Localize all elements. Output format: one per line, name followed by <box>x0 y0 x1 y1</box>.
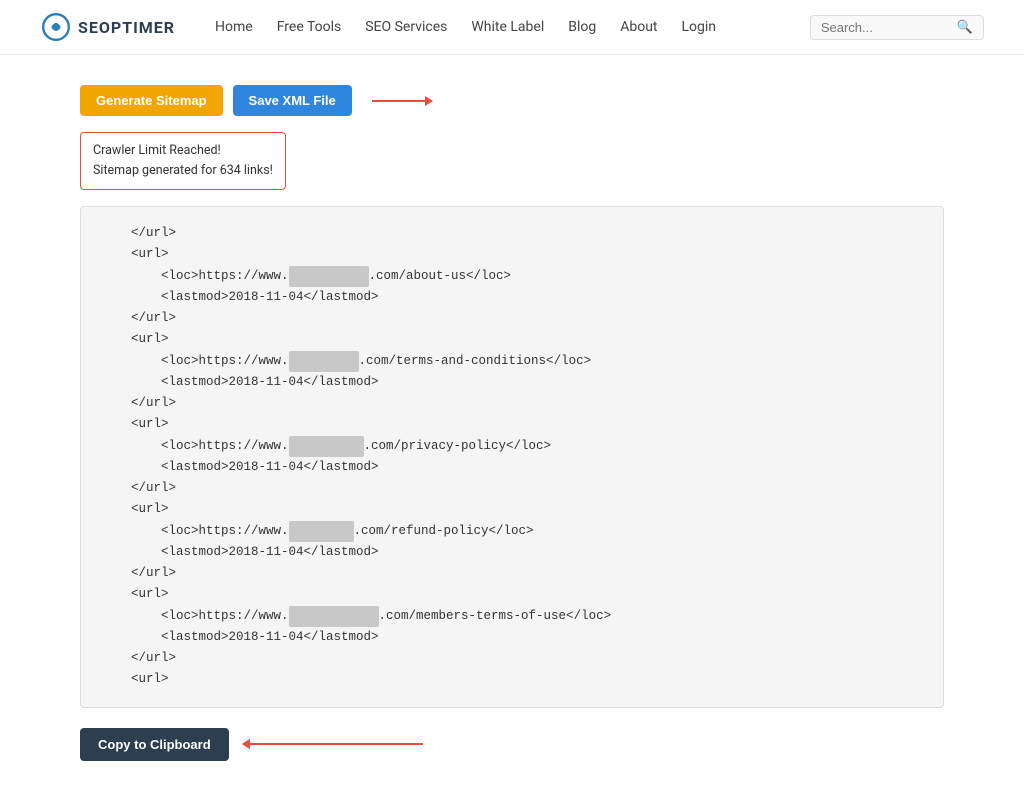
toolbar-row: Generate Sitemap Save XML File <box>80 85 944 116</box>
xml-line: <loc>https://www.xxxxxxxxxx.com/about-us… <box>101 266 923 287</box>
xml-line: </url> <box>101 648 923 669</box>
search-input[interactable] <box>821 20 951 35</box>
xml-line: <loc>https://www.xxxxxxxxx.com/terms-and… <box>101 351 923 372</box>
nav-home[interactable]: Home <box>215 19 253 35</box>
xml-line: </url> <box>101 308 923 329</box>
nav-about[interactable]: About <box>620 19 657 35</box>
generate-sitemap-button[interactable]: Generate Sitemap <box>80 85 223 116</box>
nav-login[interactable]: Login <box>682 19 717 35</box>
nav-seo-services[interactable]: SEO Services <box>365 19 447 35</box>
xml-line: <lastmod>2018-11-04</lastmod> <box>101 457 923 478</box>
xml-line: </url> <box>101 393 923 414</box>
xml-line: <lastmod>2018-11-04</lastmod> <box>101 627 923 648</box>
save-xml-button[interactable]: Save XML File <box>233 85 352 116</box>
main-nav: Home Free Tools SEO Services White Label… <box>215 19 810 35</box>
xml-content-box: </url> <url> <loc>https://www.xxxxxxxxxx… <box>80 206 944 708</box>
logo-text: SEOPTIMER <box>78 18 175 37</box>
xml-line: <url> <box>101 244 923 265</box>
nav-white-label[interactable]: White Label <box>471 19 544 35</box>
bottom-row: Copy to Clipboard <box>80 728 944 761</box>
xml-line: <url> <box>101 414 923 435</box>
arrow-indicator-1 <box>372 100 432 102</box>
nav-free-tools[interactable]: Free Tools <box>277 19 342 35</box>
logo[interactable]: SEOPTIMER <box>40 11 175 43</box>
search-box: 🔍 <box>810 15 984 40</box>
warning-box: Crawler Limit Reached! Sitemap generated… <box>80 132 286 190</box>
xml-line: <lastmod>2018-11-04</lastmod> <box>101 542 923 563</box>
copy-clipboard-button[interactable]: Copy to Clipboard <box>80 728 229 761</box>
xml-line: <url> <box>101 584 923 605</box>
warning-line1: Crawler Limit Reached! <box>93 141 273 161</box>
xml-line: <url> <box>101 669 923 690</box>
logo-icon <box>40 11 72 43</box>
xml-line: </url> <box>101 563 923 584</box>
arrow-indicator-2 <box>243 743 423 745</box>
nav-blog[interactable]: Blog <box>568 19 596 35</box>
xml-line: <url> <box>101 329 923 350</box>
xml-line: </url> <box>101 478 923 499</box>
xml-line: <loc>https://www.xxxxxxxxxx.com/privacy-… <box>101 436 923 457</box>
xml-line: </url> <box>101 223 923 244</box>
xml-line: <lastmod>2018-11-04</lastmod> <box>101 372 923 393</box>
xml-line: <url> <box>101 499 923 520</box>
xml-line: <loc>https://www.xxxxxxxxxxx.com/members… <box>101 606 923 627</box>
search-icon: 🔍 <box>957 20 973 35</box>
xml-line: <loc>https://www.xxxxxxxx.com/refund-pol… <box>101 521 923 542</box>
xml-line: <lastmod>2018-11-04</lastmod> <box>101 287 923 308</box>
warning-line2: Sitemap generated for 634 links! <box>93 161 273 181</box>
